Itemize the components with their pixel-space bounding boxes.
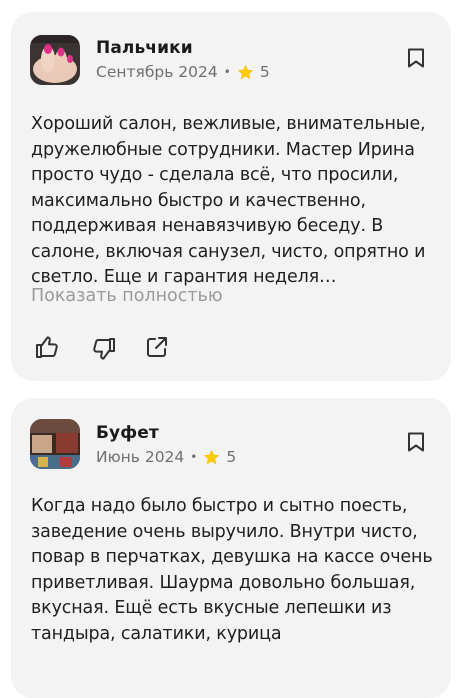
author-name[interactable]: Пальчики [96, 38, 193, 58]
share-icon[interactable] [144, 334, 170, 360]
review-text: Когда надо было быстро и сытно поесть, з… [31, 496, 433, 644]
review-meta: Сентябрь 2024 • 5 [96, 63, 270, 81]
review-card: Пальчики Сентябрь 2024 • 5 Хороший салон… [11, 12, 451, 381]
review-meta: Июнь 2024 • 5 [96, 448, 236, 466]
avatar[interactable] [30, 419, 80, 469]
rating-value: 5 [259, 63, 270, 81]
bookmark-icon[interactable] [406, 47, 426, 69]
thumbs-up-icon[interactable] [34, 334, 60, 360]
review-date: Июнь 2024 [96, 448, 185, 466]
author-name[interactable]: Буфет [96, 423, 159, 443]
review-card: Буфет Июнь 2024 • 5 Когда надо было быст… [11, 398, 451, 698]
meta-separator: • [190, 450, 198, 464]
show-more-link[interactable]: Показать полностью [31, 286, 223, 306]
rating-value: 5 [226, 448, 237, 466]
meta-separator: • [223, 65, 231, 79]
review-text: Хороший салон, вежливые, внимательные, д… [31, 114, 426, 287]
bookmark-icon[interactable] [406, 431, 426, 453]
star-icon [204, 449, 220, 464]
avatar[interactable] [30, 35, 80, 85]
thumbs-down-icon[interactable] [91, 336, 117, 362]
review-date: Сентябрь 2024 [96, 63, 218, 81]
star-icon [238, 64, 253, 79]
